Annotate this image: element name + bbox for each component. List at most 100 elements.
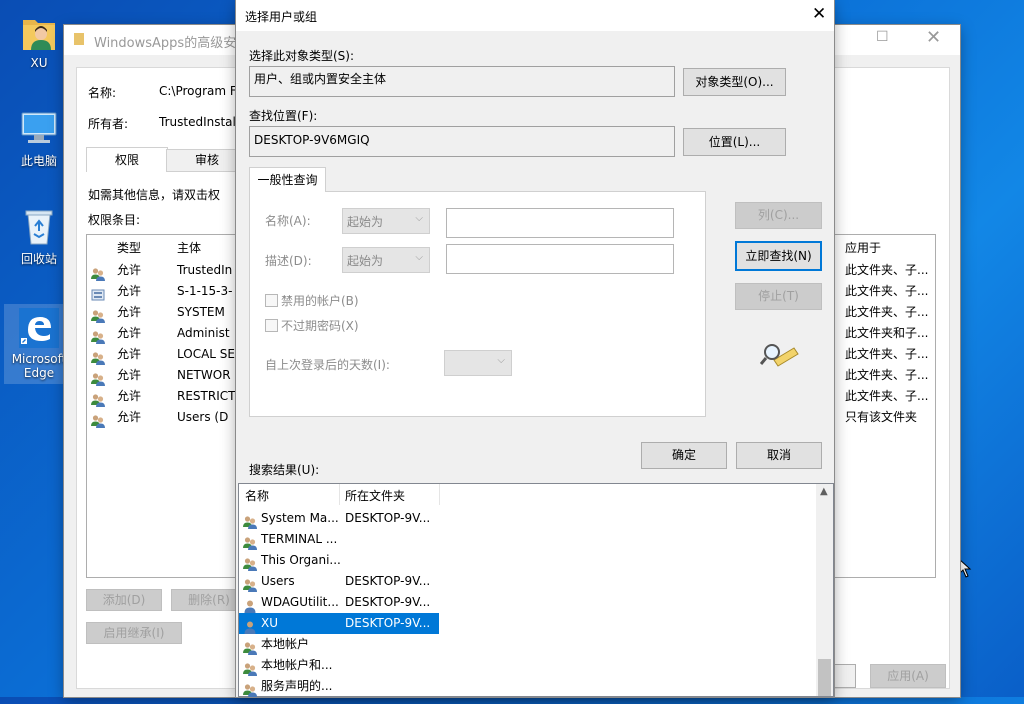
column-folder[interactable]: 所在文件夹 [339,484,440,505]
search-results-label: 搜索结果(U): [249,463,320,477]
folder-icon [74,33,84,45]
vertical-scrollbar[interactable]: ▲ [816,484,833,696]
scroll-up-icon[interactable]: ▲ [820,486,828,497]
tab-label: 权限 [114,153,139,167]
users-icon [91,330,105,344]
users-icon [91,351,105,365]
owner-value: TrustedInstall [159,115,240,129]
edge-icon [19,308,59,348]
column-type[interactable]: 类型 [117,239,141,256]
computer-icon [19,108,59,148]
name-value: C:\Program F [159,84,237,98]
chevron-down-icon: ⌵ [415,252,423,263]
user-icon [243,599,257,613]
group-icon [243,641,257,655]
list-item[interactable]: 本地帐户 [239,634,439,655]
owner-label: 所有者: [88,117,129,131]
user-icon [243,620,257,634]
tab-common-queries[interactable]: 一般性查询 [249,167,326,192]
description-condition-select[interactable]: 起始为 ⌵ [342,247,430,273]
tab-permissions[interactable]: 权限 [86,147,168,172]
desktop-icon-user-folder[interactable]: XU [6,12,72,70]
chevron-down-icon: ⌵ [497,355,505,366]
ok-button[interactable]: 确定 [641,442,727,469]
result-name: 服务声明的... [261,679,333,693]
non-expiring-password-label: 不过期密码(X) [281,319,359,333]
name-label: 名称: [88,86,117,100]
list-item[interactable]: 服务声明的... [239,676,439,697]
disabled-accounts-checkbox[interactable] [265,294,278,307]
entry-type: 允许 [117,305,142,319]
desktop-icon-recycle-bin[interactable]: 回收站 [6,206,72,267]
result-folder: DESKTOP-9V... [345,574,431,588]
search-results-list[interactable]: 名称 所在文件夹 System Ma... DESKTOP-9V... TERMIN… [238,483,834,697]
object-types-button[interactable]: 对象类型(O)... [683,68,786,96]
non-expiring-password-checkbox[interactable] [265,319,278,332]
disabled-accounts-label: 禁用的帐户(B) [281,294,359,308]
entry-type: 允许 [117,263,142,277]
result-name: XU [261,616,279,630]
group-icon [243,557,257,571]
result-name: This Organi... [261,553,341,567]
result-folder: DESKTOP-9V... [345,595,431,609]
entry-applies-to: 只有该文件夹 [845,410,918,424]
entry-applies-to: 此文件夹和子... [845,326,929,340]
object-type-field: 用户、组或内置安全主体 [249,66,675,97]
enable-inheritance-button[interactable]: 启用继承(I) [86,622,182,644]
search-magnifier-icon [759,340,800,373]
columns-button[interactable]: 列(C)... [735,202,822,229]
days-since-logon-select[interactable]: ⌵ [444,350,512,376]
days-since-logon-label: 自上次登录后的天数(I): [265,358,390,372]
user-folder-icon [19,12,59,52]
list-item[interactable]: 本地帐户和... [239,655,439,676]
desktop-icon-this-pc[interactable]: 此电脑 [6,108,72,169]
result-name: Users [261,574,295,588]
group-icon [243,683,257,697]
description-query-input[interactable] [446,244,674,274]
stop-button[interactable]: 停止(T) [735,283,822,310]
list-item[interactable]: Users DESKTOP-9V... [239,571,439,592]
name-condition-select[interactable]: 起始为 ⌵ [342,208,430,234]
info-text: 如需其他信息，请双击权 [88,188,221,202]
entry-principal: SYSTEM [177,305,225,319]
result-name: 本地帐户 [261,637,310,651]
list-item[interactable]: This Organi... [239,550,439,571]
entries-label: 权限条目: [88,213,141,227]
apply-button[interactable]: 应用(A) [870,664,946,688]
description-query-label: 描述(D): [265,254,312,268]
entry-applies-to: 此文件夹、子... [845,389,929,403]
users-icon [91,372,105,386]
list-item[interactable]: WDAGUtilit... DESKTOP-9V... [239,592,439,613]
column-name[interactable]: 名称 [239,484,340,505]
locations-button[interactable]: 位置(L)... [683,128,786,156]
column-principal[interactable]: 主体 [177,239,201,256]
list-item[interactable]: TERMINAL ... [239,529,439,550]
maximize-icon[interactable]: ☐ [876,29,892,45]
add-button[interactable]: 添加(D) [86,589,162,611]
entry-applies-to: 此文件夹、子... [845,263,929,277]
entry-principal: RESTRICT [177,389,236,403]
list-item[interactable]: System Ma... DESKTOP-9V... [239,508,439,529]
users-icon [91,414,105,428]
column-applies-to[interactable]: 应用于 [845,239,881,256]
list-item-selected[interactable]: XU DESKTOP-9V... [239,613,439,634]
name-query-input[interactable] [446,208,674,238]
close-icon[interactable]: ✕ [812,4,826,24]
dialog-title: 选择用户或组 [245,10,318,24]
location-label: 查找位置(F): [249,109,318,123]
scrollbar-thumb[interactable] [818,659,831,696]
entry-principal: Administ [177,326,230,340]
close-icon[interactable]: ✕ [926,27,941,48]
cancel-button[interactable]: 取消 [736,442,822,469]
entry-type: 允许 [117,326,142,340]
find-now-button[interactable]: 立即查找(N) [735,241,822,271]
location-field: DESKTOP-9V6MGIQ [249,126,675,157]
desktop-icon-label: 回收站 [20,252,57,266]
entry-type: 允许 [117,347,142,361]
users-icon [91,267,105,281]
tab-label: 一般性查询 [257,173,318,187]
chevron-down-icon: ⌵ [415,213,423,224]
entry-applies-to: 此文件夹、子... [845,368,929,382]
entry-applies-to: 此文件夹、子... [845,284,929,298]
select-users-dialog: 选择用户或组 ✕ 选择此对象类型(S): 用户、组或内置安全主体 对象类型(O)… [236,0,834,697]
